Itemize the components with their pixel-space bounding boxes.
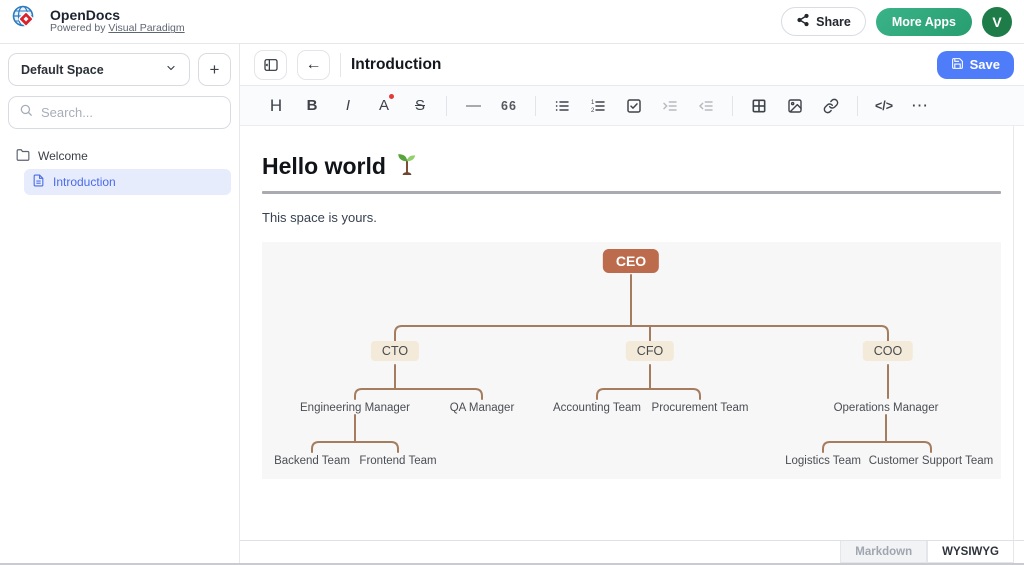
visual-paradigm-link[interactable]: Visual Paradigm [108,22,184,34]
user-avatar[interactable]: V [982,7,1012,37]
org-node-ceo[interactable]: CEO [603,249,659,273]
editor-toolbar: H B I A S — 66 12 [240,86,1024,126]
tree-item-label: Welcome [38,149,88,163]
code-block-icon[interactable]: </> [868,92,900,120]
heading-icon[interactable]: H [260,92,292,120]
page-title: Introduction [351,56,441,74]
org-node-logistics-team[interactable]: Logistics Team [785,455,861,467]
org-node-engineering-manager[interactable]: Engineering Manager [300,402,410,414]
svg-text:1: 1 [591,100,595,106]
editor-content[interactable]: Hello world This space is yours. [240,126,1024,540]
share-button[interactable]: Share [781,7,866,36]
outdent-icon[interactable] [690,92,722,120]
org-node-frontend-team[interactable]: Frontend Team [359,455,436,467]
bold-icon[interactable]: B [296,92,328,120]
seedling-emoji-icon [396,152,418,181]
add-space-button[interactable]: + [198,53,231,86]
app-name: OpenDocs [50,8,185,23]
save-icon [951,57,964,73]
org-node-cfo[interactable]: CFO [626,341,674,361]
image-icon[interactable] [779,92,811,120]
tab-markdown[interactable]: Markdown [840,541,927,563]
horizontal-rule-icon[interactable]: — [457,92,489,120]
org-chart[interactable]: CEO CTO CFO COO Engineering Manager QA M… [262,242,1001,479]
org-node-backend-team[interactable]: Backend Team [274,455,350,467]
main-area: ← Introduction Save H B I A S — 6 [240,44,1024,563]
page-tree: Welcome Introduction [8,143,231,195]
search-input[interactable] [41,105,220,120]
editor-scrollbar[interactable] [1013,126,1024,540]
app-header: OpenDocs Powered by Visual Paradigm Shar… [0,0,1024,44]
more-apps-button[interactable]: More Apps [876,8,972,36]
tab-wysiwyg[interactable]: WYSIWYG [927,541,1014,563]
document-paragraph: This space is yours. [262,210,1024,225]
search-box[interactable] [8,96,231,129]
toggle-sidebar-button[interactable] [254,50,287,80]
indent-icon[interactable] [654,92,686,120]
back-arrow-icon: ← [306,56,322,74]
org-node-coo[interactable]: COO [863,341,913,361]
search-icon [19,103,33,122]
toolbar-separator [446,96,447,116]
tree-item-welcome[interactable]: Welcome [8,143,231,169]
blockquote-icon[interactable]: 66 [493,92,525,120]
document-topbar: ← Introduction Save [240,44,1024,86]
save-button[interactable]: Save [937,51,1014,79]
share-icon [796,13,810,30]
space-selector-value: Default Space [21,63,104,77]
bullet-list-icon[interactable] [546,92,578,120]
opendocs-logo-icon [10,3,42,40]
org-node-qa-manager[interactable]: QA Manager [450,402,515,414]
powered-by: Powered by Visual Paradigm [50,23,185,35]
more-options-icon[interactable]: ⋯ [904,92,936,120]
topbar-divider [340,53,341,77]
org-node-operations-manager[interactable]: Operations Manager [834,402,939,414]
header-actions: Share More Apps V [781,7,1012,37]
save-label: Save [970,57,1000,72]
heading-divider [262,191,1001,194]
folder-icon [16,148,30,165]
toolbar-separator [535,96,536,116]
svg-text:2: 2 [591,108,595,114]
org-node-cto[interactable]: CTO [371,341,419,361]
share-label: Share [816,15,851,29]
document-icon [32,174,45,190]
tree-item-label: Introduction [53,175,116,189]
tree-item-introduction[interactable]: Introduction [24,169,231,195]
document-heading: Hello world [262,153,386,180]
table-icon[interactable] [743,92,775,120]
app-window: OpenDocs Powered by Visual Paradigm Shar… [0,0,1024,565]
strikethrough-icon[interactable]: S [404,92,436,120]
org-node-procurement-team[interactable]: Procurement Team [652,402,749,414]
org-node-accounting-team[interactable]: Accounting Team [553,402,641,414]
sidebar: Default Space + Welcome [0,44,240,563]
editor-mode-bar: Markdown WYSIWYG [240,540,1024,563]
text-color-icon[interactable]: A [368,92,400,120]
chevron-down-icon [165,62,177,77]
toolbar-separator [857,96,858,116]
brand: OpenDocs Powered by Visual Paradigm [10,3,185,40]
italic-icon[interactable]: I [332,92,364,120]
back-button[interactable]: ← [297,50,330,80]
task-list-icon[interactable] [618,92,650,120]
numbered-list-icon[interactable]: 12 [582,92,614,120]
space-selector[interactable]: Default Space [8,53,190,86]
org-node-customer-support-team[interactable]: Customer Support Team [869,455,993,467]
toolbar-separator [732,96,733,116]
brand-text: OpenDocs Powered by Visual Paradigm [50,8,185,35]
link-icon[interactable] [815,92,847,120]
powered-by-prefix: Powered by [50,22,108,34]
